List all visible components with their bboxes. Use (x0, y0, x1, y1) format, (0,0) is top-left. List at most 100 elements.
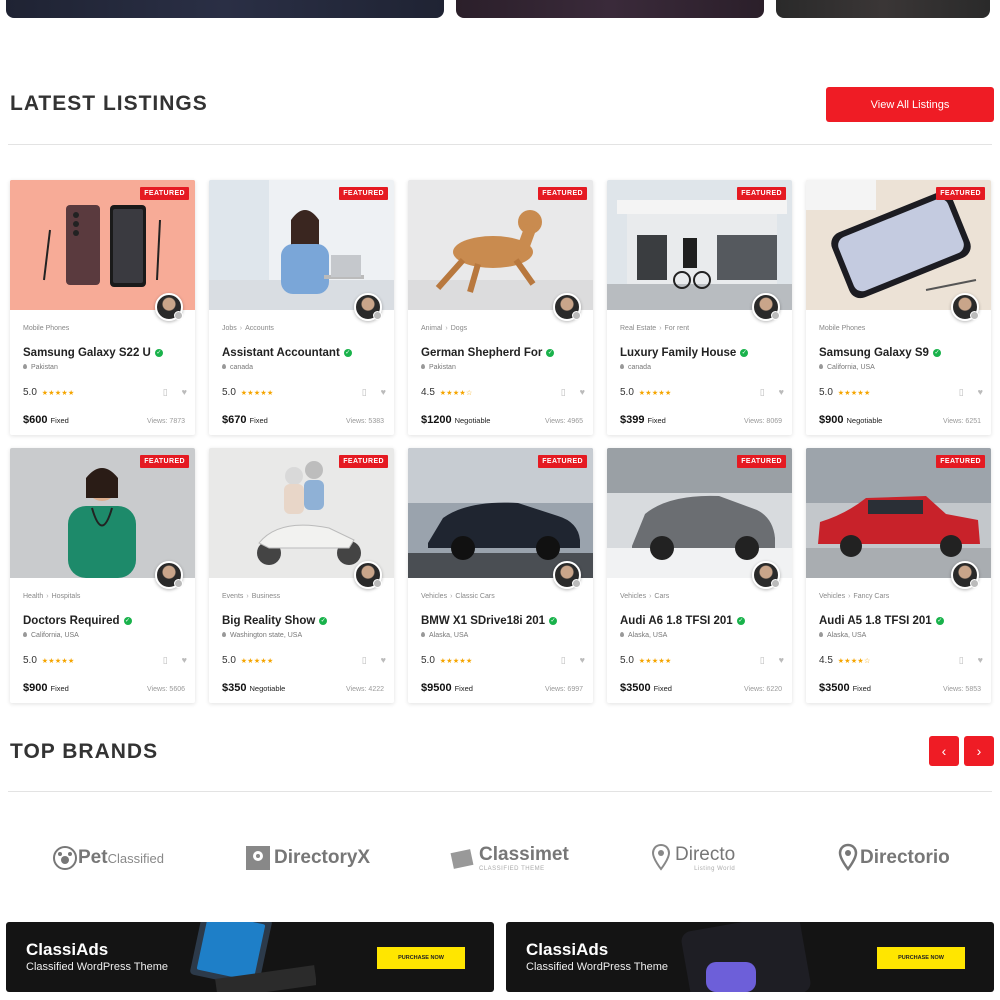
heart-icon[interactable]: ♥ (182, 655, 187, 666)
listing-title[interactable]: Audi A5 1.8 TFSI 201 ✓ (819, 615, 944, 627)
top-banner-image[interactable] (776, 0, 990, 18)
listing-card[interactable]: FEATURED Events › Business Big Reality Sho… (209, 448, 394, 703)
breadcrumb-item[interactable]: Health (23, 593, 43, 600)
seller-avatar[interactable] (752, 561, 780, 589)
listing-title[interactable]: Assistant Accountant ✓ (222, 347, 352, 359)
listing-title-text[interactable]: Audi A6 1.8 TFSI 201 (620, 615, 733, 627)
breadcrumb-item[interactable]: Events (222, 593, 243, 600)
phone-icon[interactable]: ▯ (163, 387, 168, 398)
seller-avatar[interactable] (553, 293, 581, 321)
listing-title-text[interactable]: Audi A5 1.8 TFSI 201 (819, 615, 932, 627)
listing-card[interactable]: FEATURED Vehicles › Fancy Cars Audi A5 1.8… (806, 448, 991, 703)
listing-image[interactable]: FEATURED (209, 448, 394, 578)
breadcrumb-item[interactable]: Real Estate (620, 325, 656, 332)
heart-icon[interactable]: ♥ (580, 655, 585, 666)
listing-image[interactable]: FEATURED (408, 448, 593, 578)
top-banner-image[interactable] (456, 0, 764, 18)
chevron-left-icon[interactable]: ‹ (929, 736, 959, 766)
listing-title-text[interactable]: Samsung Galaxy S9 (819, 347, 929, 359)
listing-title-text[interactable]: Big Reality Show (222, 615, 315, 627)
listing-card[interactable]: FEATURED Vehicles › Cars Audi A6 1.8 TFSI … (607, 448, 792, 703)
breadcrumb-item[interactable]: Classic Cars (455, 593, 494, 600)
heart-icon[interactable]: ♥ (978, 655, 983, 666)
listing-title[interactable]: Samsung Galaxy S9 ✓ (819, 347, 941, 359)
listing-card[interactable]: FEATURED Vehicles › Classic Cars BMW X1 SD… (408, 448, 593, 703)
seller-avatar[interactable] (951, 293, 979, 321)
listing-title-text[interactable]: Samsung Galaxy S22 U (23, 347, 151, 359)
phone-icon[interactable]: ▯ (760, 655, 765, 666)
seller-avatar[interactable] (354, 293, 382, 321)
breadcrumb-item[interactable]: Mobile Phones (819, 325, 865, 332)
seller-avatar[interactable] (752, 293, 780, 321)
promo-banner[interactable]: ClassiAds Classified WordPress Theme PUR… (6, 922, 494, 992)
phone-icon[interactable]: ▯ (362, 655, 367, 666)
seller-avatar[interactable] (155, 293, 183, 321)
listing-image[interactable]: FEATURED (607, 180, 792, 310)
breadcrumb-item[interactable]: Hospitals (52, 593, 81, 600)
listing-title-text[interactable]: Luxury Family House (620, 347, 736, 359)
purchase-now-button[interactable]: PURCHASE NOW (877, 947, 965, 969)
breadcrumb-item[interactable]: Vehicles (421, 593, 447, 600)
brand-logo-directoryx[interactable]: DirectoryX (246, 840, 370, 876)
listing-card[interactable]: FEATURED Real Estate › For rent Luxury Fam… (607, 180, 792, 435)
brand-logo-directo[interactable]: Directo Listing World (651, 840, 735, 876)
heart-icon[interactable]: ♥ (182, 387, 187, 398)
heart-icon[interactable]: ♥ (779, 387, 784, 398)
listing-card[interactable]: FEATURED Jobs › Accounts Assistant Account… (209, 180, 394, 435)
brand-logo-classimet[interactable]: Classimet CLASSIFIED THEME (450, 840, 569, 876)
heart-icon[interactable]: ♥ (580, 387, 585, 398)
heart-icon[interactable]: ♥ (779, 655, 784, 666)
heart-icon[interactable]: ♥ (381, 387, 386, 398)
top-banner-image[interactable] (6, 0, 444, 18)
seller-avatar[interactable] (155, 561, 183, 589)
brand-logo-directorio[interactable]: Directorio (838, 840, 950, 876)
listing-title-text[interactable]: Doctors Required (23, 615, 120, 627)
phone-icon[interactable]: ▯ (163, 655, 168, 666)
listing-card[interactable]: FEATURED Health › Hospitals Doctors Requir… (10, 448, 195, 703)
listing-title[interactable]: Big Reality Show ✓ (222, 615, 328, 627)
breadcrumb-item[interactable]: For rent (665, 325, 690, 332)
listing-title[interactable]: Audi A6 1.8 TFSI 201 ✓ (620, 615, 745, 627)
breadcrumb-item[interactable]: Cars (654, 593, 669, 600)
listing-title[interactable]: German Shepherd For ✓ (421, 347, 555, 359)
listing-image[interactable]: FEATURED (10, 180, 195, 310)
listing-title[interactable]: BMW X1 SDrive18i 201 ✓ (421, 615, 558, 627)
seller-avatar[interactable] (553, 561, 581, 589)
heart-icon[interactable]: ♥ (381, 655, 386, 666)
phone-icon[interactable]: ▯ (362, 387, 367, 398)
listing-title[interactable]: Samsung Galaxy S22 U ✓ (23, 347, 163, 359)
listing-image[interactable]: FEATURED (209, 180, 394, 310)
view-all-listings-button[interactable]: View All Listings (826, 87, 994, 122)
breadcrumb-item[interactable]: Animal (421, 325, 442, 332)
breadcrumb-item[interactable]: Accounts (245, 325, 274, 332)
breadcrumb-item[interactable]: Mobile Phones (23, 325, 69, 332)
phone-icon[interactable]: ▯ (561, 655, 566, 666)
heart-icon[interactable]: ♥ (978, 387, 983, 398)
phone-icon[interactable]: ▯ (959, 387, 964, 398)
breadcrumb-item[interactable]: Fancy Cars (853, 593, 889, 600)
phone-icon[interactable]: ▯ (760, 387, 765, 398)
listing-image[interactable]: FEATURED (806, 180, 991, 310)
listing-image[interactable]: FEATURED (408, 180, 593, 310)
listing-title[interactable]: Doctors Required ✓ (23, 615, 132, 627)
phone-icon[interactable]: ▯ (561, 387, 566, 398)
listing-title-text[interactable]: Assistant Accountant (222, 347, 340, 359)
listing-title[interactable]: Luxury Family House ✓ (620, 347, 749, 359)
listing-image[interactable]: FEATURED (10, 448, 195, 578)
listing-title-text[interactable]: BMW X1 SDrive18i 201 (421, 615, 545, 627)
breadcrumb-item[interactable]: Vehicles (620, 593, 646, 600)
phone-icon[interactable]: ▯ (959, 655, 964, 666)
listing-image[interactable]: FEATURED (607, 448, 792, 578)
breadcrumb-item[interactable]: Jobs (222, 325, 237, 332)
listing-card[interactable]: FEATURED Mobile Phones Samsung Galaxy S9… (806, 180, 991, 435)
promo-banner[interactable]: ClassiAds Classified WordPress Theme PUR… (506, 922, 994, 992)
listing-image[interactable]: FEATURED (806, 448, 991, 578)
listing-card[interactable]: FEATURED Mobile Phones Samsung Galaxy S2… (10, 180, 195, 435)
purchase-now-button[interactable]: PURCHASE NOW (377, 947, 465, 969)
seller-avatar[interactable] (354, 561, 382, 589)
listing-card[interactable]: FEATURED Animal › Dogs German Shepherd For… (408, 180, 593, 435)
brand-logo-petclassified[interactable]: Pet Classified (52, 840, 164, 876)
breadcrumb-item[interactable]: Business (252, 593, 280, 600)
breadcrumb-item[interactable]: Dogs (451, 325, 467, 332)
seller-avatar[interactable] (951, 561, 979, 589)
